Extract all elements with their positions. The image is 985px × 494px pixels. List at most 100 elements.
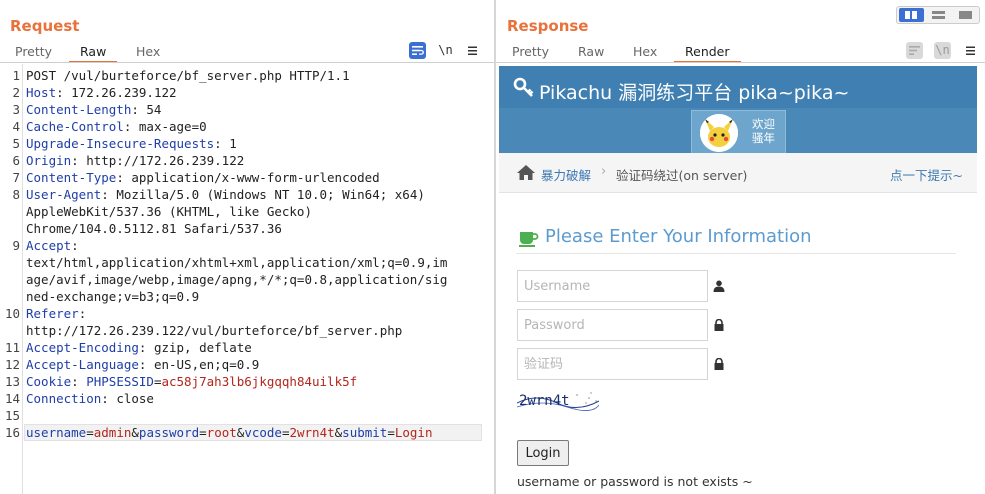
header-key: Referer — [26, 306, 79, 321]
line-number: 2 — [12, 85, 20, 100]
coffee-cup-icon — [519, 232, 539, 247]
code-line[interactable]: age/avif,image/webp,image/apng,*/*;q=0.8… — [26, 271, 447, 288]
code-text: : http://172.26.239.122 — [71, 153, 245, 168]
code-line[interactable]: Accept-Encoding: gzip, deflate — [26, 339, 252, 356]
tab-raw[interactable]: Raw — [69, 44, 118, 63]
wrap-lines-icon — [906, 42, 923, 59]
menu-icon[interactable] — [962, 42, 979, 59]
code-text: : — [78, 306, 87, 321]
key-icon — [513, 77, 534, 97]
header-key: Connection — [26, 391, 102, 406]
header-key: Accept-Encoding — [26, 340, 139, 355]
code-line[interactable]: Accept-Language: en-US,en;q=0.9 — [26, 356, 259, 373]
line-number: 6 — [12, 153, 20, 168]
welcome-subtext: 骚年 — [752, 131, 775, 145]
tab-render[interactable]: Render — [674, 44, 741, 63]
code-line[interactable]: Content-Type: application/x-www-form-url… — [26, 169, 380, 186]
newline-toggle-icon[interactable]: \n — [437, 42, 454, 59]
code-line[interactable]: Upgrade-Insecure-Requests: 1 — [26, 135, 237, 152]
tab-hex[interactable]: Hex — [136, 44, 160, 63]
code-text: : close — [101, 391, 154, 406]
split-vertical-icon[interactable] — [926, 8, 951, 22]
breadcrumb: 暴力破解 › 验证码绕过(on server) 点一下提示~ — [499, 153, 977, 193]
code-line[interactable]: Content-Length: 54 — [26, 101, 161, 118]
code-line[interactable]: Accept: — [26, 237, 79, 254]
code-text: text/html,application/xhtml+xml,applicat… — [26, 255, 448, 270]
captcha-text: 2wrn4t — [519, 393, 570, 409]
breadcrumb-parent[interactable]: 暴力破解 — [541, 165, 591, 184]
code-text: : 54 — [131, 102, 162, 117]
code-text: AppleWebKit/537.36 (KHTML, like Gecko) — [26, 204, 312, 219]
header-key: password — [138, 425, 200, 440]
tab-raw[interactable]: Raw — [578, 44, 604, 63]
chevron-right-icon: › — [601, 164, 607, 179]
code-line[interactable]: ned-exchange;v=b3;q=0.9 — [26, 288, 199, 305]
lock-icon — [714, 358, 724, 370]
code-line[interactable]: POST /vul/burteforce/bf_server.php HTTP/… — [26, 67, 350, 84]
param-value: root — [206, 425, 237, 440]
lock-icon — [714, 319, 724, 331]
header-key: Content-Length — [26, 102, 132, 117]
header-key: Host — [26, 85, 57, 100]
code-line[interactable]: text/html,application/xhtml+xml,applicat… — [26, 254, 447, 271]
code-text: Chrome/104.0.5112.81 Safari/537.36 — [26, 221, 282, 236]
code-line[interactable]: Referer: — [26, 305, 86, 322]
wrap-lines-icon[interactable] — [409, 42, 426, 59]
code-line[interactable]: AppleWebKit/537.36 (KHTML, like Gecko) — [26, 203, 312, 220]
param-value: admin — [93, 425, 132, 440]
menu-icon[interactable] — [464, 42, 481, 59]
password-field[interactable] — [517, 309, 708, 341]
line-number: 5 — [12, 136, 20, 151]
status-message: username or password is not exists ~ — [517, 474, 753, 489]
header-key: Accept-Language — [26, 357, 139, 372]
code-line[interactable]: username=admin&password=root&vcode=2wrn4… — [26, 424, 433, 441]
code-text: : 172.26.239.122 — [56, 85, 177, 100]
hint-link[interactable]: 点一下提示~ — [890, 165, 963, 184]
home-icon — [517, 165, 535, 180]
code-text: : — [71, 374, 87, 389]
captcha-image[interactable]: 2wrn4t — [516, 389, 600, 413]
code-text: : 1 — [214, 136, 237, 151]
line-gutter: 1 2 3 4 5 6 7 8 9 10 11 12 13 14 15 16 — [0, 64, 23, 494]
code-line[interactable]: http://172.26.239.122/vul/burteforce/bf_… — [26, 322, 402, 339]
code-line[interactable]: Cookie: PHPSESSID=ac58j7ah3lb6jkgqqh84ui… — [26, 373, 357, 390]
line-number: 7 — [12, 170, 20, 185]
header-key: PHPSESSID — [86, 374, 154, 389]
line-number: 15 — [4, 408, 20, 423]
response-pane: Response Pretty Raw Hex Render \n Pikach… — [496, 0, 985, 494]
tab-pretty[interactable]: Pretty — [512, 44, 549, 63]
code-line[interactable]: User-Agent: Mozilla/5.0 (Windows NT 10.0… — [26, 186, 425, 203]
code-text: http://172.26.239.122/vul/burteforce/bf_… — [26, 323, 403, 338]
code-line[interactable]: Connection: close — [26, 390, 154, 407]
user-menu[interactable]: 欢迎 骚年 — [691, 110, 786, 154]
single-pane-icon[interactable] — [953, 8, 978, 22]
layout-toggle-group — [896, 6, 980, 24]
line-number: 1 — [12, 68, 20, 83]
code-line[interactable]: Chrome/104.0.5112.81 Safari/537.36 — [26, 220, 282, 237]
code-text: : en-US,en;q=0.9 — [138, 357, 260, 372]
split-horizontal-icon[interactable] — [899, 8, 924, 22]
code-line[interactable]: Origin: http://172.26.239.122 — [26, 152, 244, 169]
header-key: Cookie — [26, 374, 72, 389]
form-heading: Please Enter Your Information — [545, 226, 812, 247]
username-field[interactable] — [517, 270, 708, 302]
code-line[interactable]: Cache-Control: max-age=0 — [26, 118, 207, 135]
header-key: Origin — [26, 153, 72, 168]
request-editor[interactable]: 1 2 3 4 5 6 7 8 9 10 11 12 13 14 15 16 POST /vul/burtef… — [0, 64, 494, 494]
tab-pretty[interactable]: Pretty — [15, 44, 52, 63]
header-key: Content-Type — [26, 170, 117, 185]
code-line[interactable]: Host: 172.26.239.122 — [26, 84, 177, 101]
line-number: 16 — [4, 425, 20, 440]
breadcrumb-current: 验证码绕过(on server) — [616, 168, 748, 183]
line-number: 8 — [12, 187, 20, 202]
site-title[interactable]: Pikachu 漏洞练习平台 pika~pika~ — [539, 78, 849, 105]
code-text: ned-exchange;v=b3;q=0.9 — [26, 289, 200, 304]
code-text: : Mozilla/5.0 (Windows NT 10.0; Win64; x… — [101, 187, 425, 202]
header-key: Cache-Control — [26, 119, 124, 134]
site-header: Pikachu 漏洞练习平台 pika~pika~ 欢迎 骚年 — [499, 66, 977, 154]
line-number: 3 — [12, 102, 20, 117]
request-title: Request — [10, 17, 80, 35]
login-button[interactable]: Login — [517, 440, 569, 466]
vcode-field[interactable] — [517, 348, 708, 380]
tab-hex[interactable]: Hex — [633, 44, 657, 63]
